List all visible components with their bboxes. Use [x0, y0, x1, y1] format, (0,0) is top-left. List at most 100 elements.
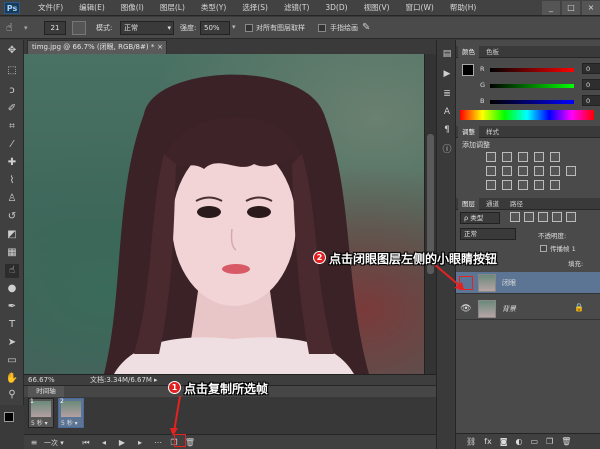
green-slider-bar[interactable] [490, 84, 574, 88]
gradient-map-icon[interactable] [534, 180, 544, 190]
timeline-tab[interactable]: 时间轴 [28, 386, 64, 397]
close-button[interactable]: × [582, 1, 600, 15]
hand-tool-icon[interactable]: ✋ [5, 372, 19, 386]
exposure-icon[interactable] [534, 152, 544, 162]
path-select-tool-icon[interactable]: ➤ [5, 336, 19, 350]
layer-row[interactable]: 👁 背景 🔒 [456, 298, 600, 320]
menu-image[interactable]: 图像(I) [113, 0, 152, 16]
chevron-down-icon[interactable]: ▾ [232, 23, 236, 31]
convert-timeline-icon[interactable]: ≡ [28, 437, 40, 449]
color-balance-icon[interactable] [502, 166, 512, 176]
next-frame-icon[interactable]: ▸ [134, 437, 146, 449]
threshold-icon[interactable] [518, 180, 528, 190]
red-value[interactable]: 0 [582, 63, 600, 74]
play-icon[interactable]: ▶ [116, 437, 128, 449]
levels-icon[interactable] [502, 152, 512, 162]
shape-tool-icon[interactable]: ▭ [5, 354, 19, 368]
canvas-image[interactable] [24, 54, 424, 374]
chevron-down-icon[interactable]: ▾ [24, 21, 32, 35]
dodge-tool-icon[interactable]: ● [5, 282, 19, 296]
photo-filter-icon[interactable] [534, 166, 544, 176]
history-brush-tool-icon[interactable]: ↺ [5, 210, 19, 224]
quick-select-tool-icon[interactable]: ✐ [5, 102, 19, 116]
smudge-tool-icon[interactable]: ☝ [5, 264, 19, 278]
smart-object-filter-icon[interactable] [566, 212, 576, 222]
new-layer-icon[interactable]: ❐ [546, 437, 553, 446]
tab-paths[interactable]: 路径 [506, 198, 527, 210]
eye-icon[interactable]: 👁 [460, 303, 472, 315]
maximize-button[interactable]: □ [562, 1, 580, 15]
brush-panel-icon[interactable]: ≣ [441, 88, 453, 100]
minimize-button[interactable]: _ [542, 1, 560, 15]
finger-painting-checkbox[interactable] [318, 24, 326, 32]
eraser-tool-icon[interactable]: ◩ [5, 228, 19, 242]
tab-layers[interactable]: 图层 [458, 198, 479, 210]
selective-color-icon[interactable] [550, 180, 560, 190]
menu-filter[interactable]: 滤镜(T) [276, 0, 317, 16]
new-group-icon[interactable]: ▭ [530, 437, 538, 446]
menu-edit[interactable]: 编辑(E) [71, 0, 113, 16]
mode-select[interactable]: 正常 ▾ [120, 21, 174, 35]
smudge-tool-icon[interactable]: ☝ [6, 21, 20, 35]
first-frame-icon[interactable]: ⏮ [80, 437, 92, 449]
history-icon[interactable]: ▤ [441, 48, 453, 60]
link-layers-icon[interactable]: ⛓ [466, 437, 476, 446]
new-adjustment-icon[interactable]: ◐ [515, 437, 522, 446]
character-icon[interactable]: A [441, 106, 453, 118]
trash-icon[interactable]: 🗑 [561, 437, 571, 446]
menu-select[interactable]: 选择(S) [234, 0, 276, 16]
clone-stamp-tool-icon[interactable]: ♙ [5, 192, 19, 206]
layer-row-selected[interactable]: 闭眼 [456, 272, 600, 294]
frame-duration[interactable]: 5 秒 ▾ [31, 418, 48, 427]
pressure-pen-icon[interactable]: ✎ [362, 21, 376, 35]
paragraph-icon[interactable]: ¶ [441, 124, 453, 136]
crop-tool-icon[interactable]: ⌗ [5, 120, 19, 134]
close-tab-icon[interactable]: × [157, 41, 163, 54]
timeline-frame-2[interactable]: 2 5 秒 ▾ [58, 398, 84, 428]
shape-filter-icon[interactable] [552, 212, 562, 222]
pen-tool-icon[interactable]: ✒ [5, 300, 19, 314]
type-filter-icon[interactable] [538, 212, 548, 222]
curves-icon[interactable] [518, 152, 528, 162]
red-slider-bar[interactable] [490, 68, 574, 72]
previous-frame-icon[interactable]: ◂ [98, 437, 110, 449]
menu-layer[interactable]: 图层(L) [152, 0, 193, 16]
green-value[interactable]: 0 [582, 79, 600, 90]
tab-swatches[interactable]: 色板 [482, 46, 503, 58]
timeline-frame-1[interactable]: 1 5 秒 ▾ [28, 398, 54, 428]
layer-mask-icon[interactable]: ◙ [500, 437, 508, 446]
posterize-icon[interactable] [502, 180, 512, 190]
menu-type[interactable]: 类型(Y) [193, 0, 234, 16]
brush-size-picker[interactable]: 21 [44, 21, 66, 35]
tab-color[interactable]: 颜色 [458, 46, 479, 58]
menu-3d[interactable]: 3D(D) [317, 0, 355, 16]
healing-brush-tool-icon[interactable]: ✚ [5, 156, 19, 170]
foreground-color-swatch[interactable] [462, 64, 474, 76]
channel-mixer-icon[interactable] [550, 166, 560, 176]
gradient-tool-icon[interactable]: ▦ [5, 246, 19, 260]
marquee-tool-icon[interactable]: ⬚ [5, 64, 19, 78]
pixel-filter-icon[interactable] [510, 212, 520, 222]
tab-adjustments[interactable]: 调整 [458, 126, 479, 138]
frame-duration[interactable]: 5 秒 ▾ [61, 418, 78, 427]
hue-saturation-icon[interactable] [486, 166, 496, 176]
brush-tool-icon[interactable]: ⌇ [5, 174, 19, 188]
adjustment-filter-icon[interactable] [524, 212, 534, 222]
menu-window[interactable]: 窗口(W) [398, 0, 442, 16]
propagate-frame-checkbox[interactable] [540, 245, 547, 252]
menu-help[interactable]: 帮助(H) [442, 0, 485, 16]
color-lookup-icon[interactable] [566, 166, 576, 176]
actions-play-icon[interactable]: ▶ [441, 68, 453, 80]
layer-style-icon[interactable]: fx [484, 437, 492, 446]
brush-panel-toggle-icon[interactable] [72, 21, 86, 35]
lasso-tool-icon[interactable]: ↄ [5, 84, 19, 98]
move-tool-icon[interactable]: ✥ [5, 44, 19, 58]
menu-view[interactable]: 视图(V) [356, 0, 398, 16]
foreground-color-swatch[interactable] [4, 412, 14, 422]
blend-mode-select[interactable]: 正常 [460, 228, 516, 240]
layer-filter-select[interactable]: ρ 类型 [460, 212, 500, 224]
layer-name[interactable]: 闭眼 [502, 272, 516, 294]
strength-input[interactable]: 50% [200, 21, 230, 35]
tab-styles[interactable]: 样式 [482, 126, 503, 138]
type-tool-icon[interactable]: T [5, 318, 19, 332]
